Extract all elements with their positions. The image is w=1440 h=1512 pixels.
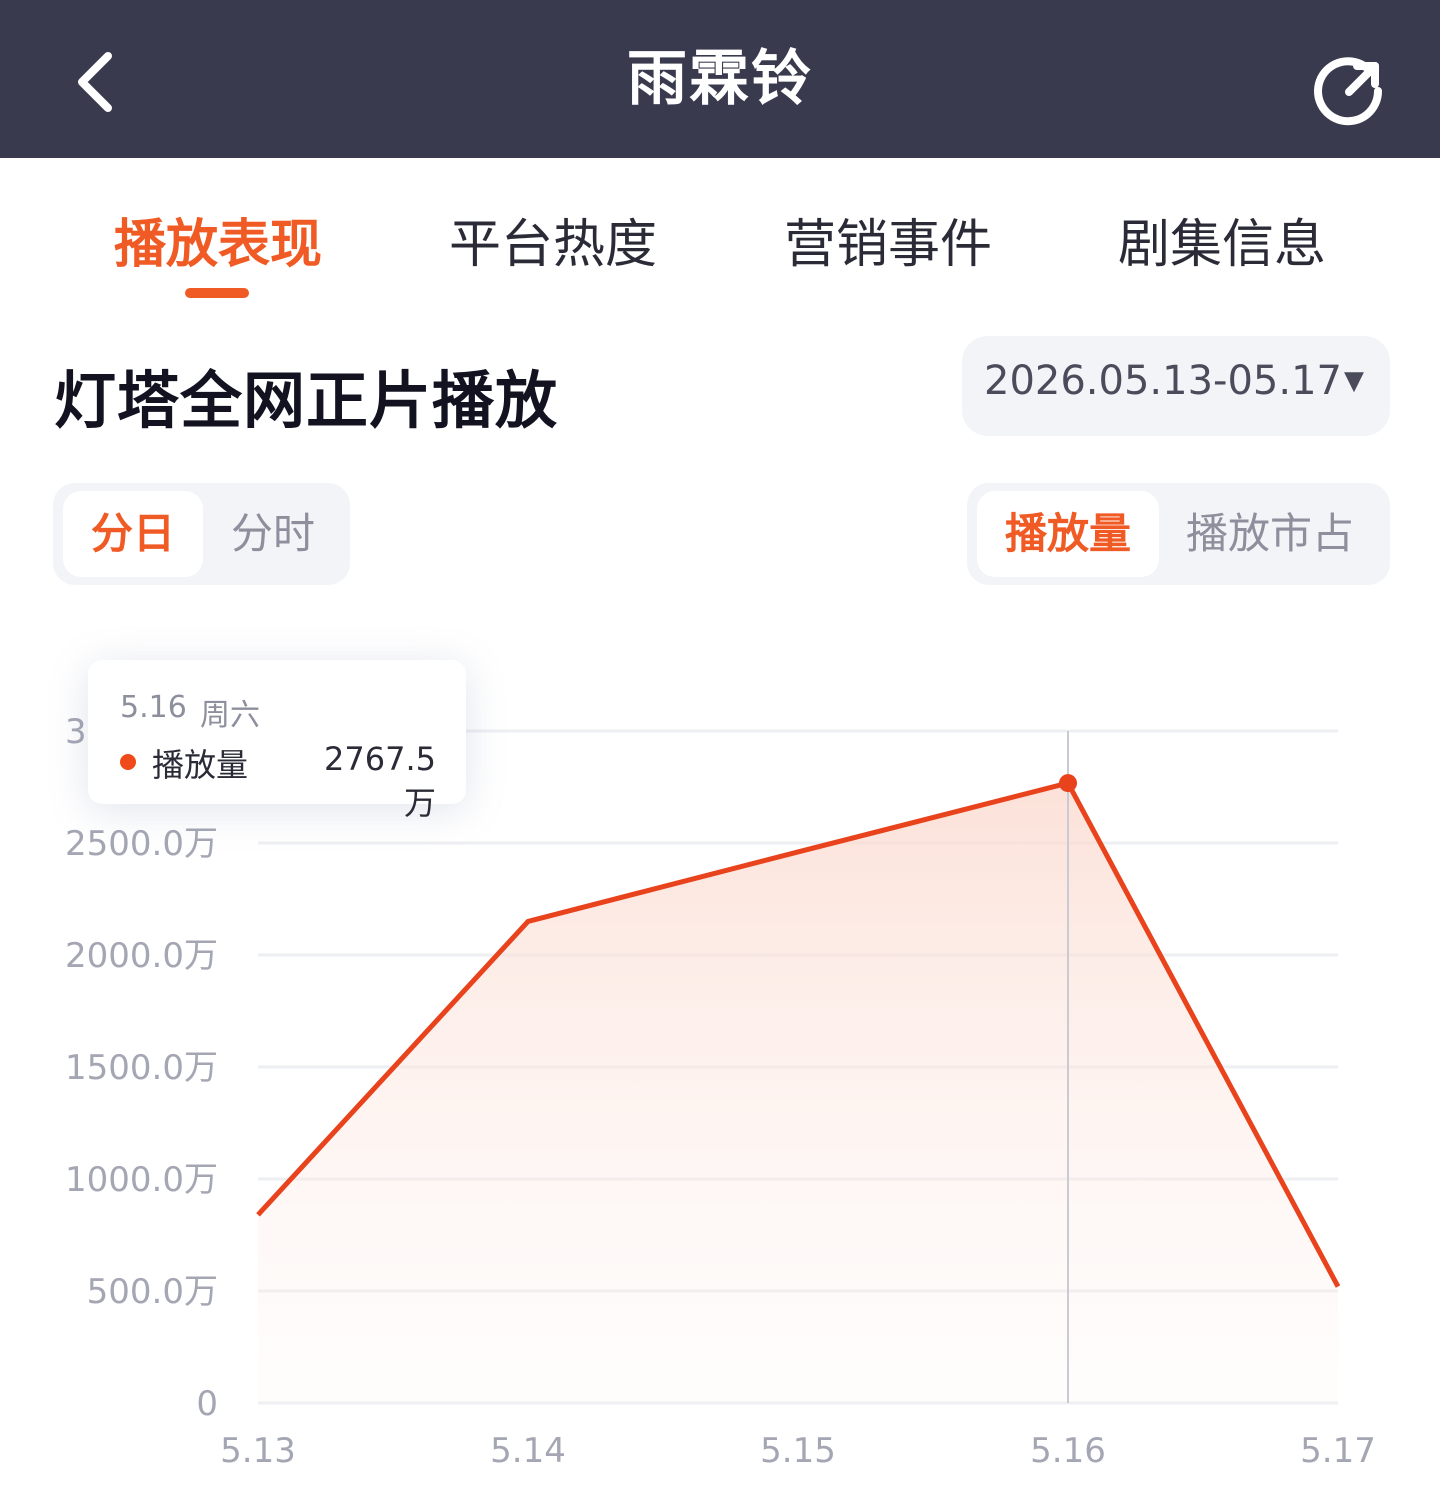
tab-bar: 播放表现 平台热度 营销事件 剧集信息: [0, 158, 1440, 300]
y-tick-label: 2000.0万: [65, 936, 218, 976]
granularity-hourly-button[interactable]: 分时: [203, 491, 343, 577]
tab-playback[interactable]: 播放表现: [68, 202, 368, 277]
y-tick-label: 500.0万: [87, 1272, 218, 1312]
granularity-daily-button[interactable]: 分日: [63, 491, 203, 577]
tooltip-value: 2767.5万: [324, 740, 436, 822]
refresh-icon: [1314, 57, 1383, 126]
chart-tooltip: 5.16 周六 播放量 2767.5万: [88, 660, 466, 822]
tooltip-date: 5.16: [120, 690, 187, 725]
x-tick-label: 5.13: [220, 1431, 296, 1471]
y-tick-label: 0: [196, 1384, 218, 1424]
tooltip-weekday: 周六: [200, 698, 260, 733]
tab-episode-info[interactable]: 剧集信息: [1072, 202, 1372, 277]
data-point[interactable]: [795, 849, 801, 855]
app-header: 雨霖铃: [0, 0, 1440, 158]
date-range-picker[interactable]: 2026.05.13-05.17 ▼: [962, 336, 1390, 436]
x-tick-label: 5.15: [760, 1431, 836, 1471]
series-area: [258, 783, 1338, 1403]
data-point[interactable]: [525, 918, 531, 924]
metric-plays-button[interactable]: 播放量: [977, 491, 1159, 577]
tooltip-series-dot: [120, 754, 136, 770]
y-tick-label: 1000.0万: [65, 1160, 218, 1200]
refresh-button[interactable]: [1305, 48, 1391, 134]
tab-marketing-events[interactable]: 营销事件: [738, 202, 1038, 277]
x-tick-label: 5.14: [490, 1431, 566, 1471]
tab-platform-heat[interactable]: 平台热度: [403, 202, 703, 277]
metric-share-button[interactable]: 播放市占: [1163, 491, 1377, 577]
y-tick-label: 1500.0万: [65, 1048, 218, 1088]
x-tick-label: 5.17: [1300, 1431, 1376, 1471]
data-point[interactable]: [255, 1212, 261, 1218]
tab-active-indicator: [185, 288, 249, 298]
tooltip-series-label: 播放量: [152, 746, 249, 784]
highlight-point[interactable]: [1059, 774, 1077, 793]
page-title: 雨霖铃: [627, 44, 813, 114]
granularity-toggle: 分日 分时: [53, 483, 350, 585]
y-tick-label: 2500.0万: [65, 824, 218, 864]
date-range-text: 2026.05.13-05.17: [984, 358, 1342, 404]
data-point[interactable]: [1335, 1284, 1341, 1290]
caret-down-icon: ▼: [1344, 366, 1364, 396]
x-tick-label: 5.16: [1030, 1431, 1106, 1471]
section-title: 灯塔全网正片播放: [54, 364, 559, 437]
metric-toggle: 播放量 播放市占: [967, 483, 1390, 585]
